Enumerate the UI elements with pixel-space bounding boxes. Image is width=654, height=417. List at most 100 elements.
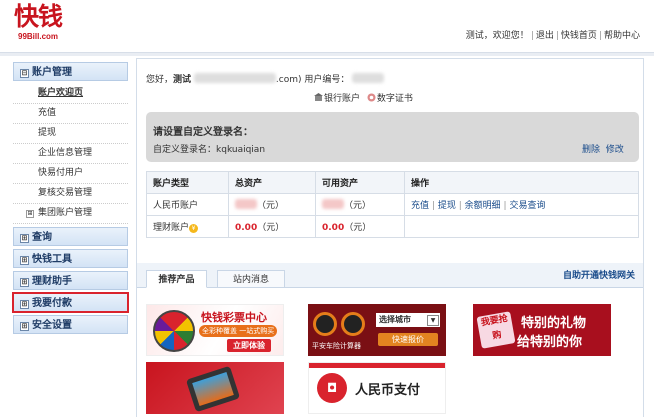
table-header-row: 账户类型 总资产 可用资产 操作 [146,171,639,194]
bank-account-link[interactable]: 银行账户 [314,93,361,104]
login-name-label: 自定义登录名： [153,145,217,155]
masked-email [193,73,276,83]
coin-icon: ¥ [189,224,199,233]
tab-messages[interactable]: 站内消息 [217,270,285,288]
city-select[interactable]: 选择城市 ▼ [376,313,440,327]
sidebar-item-welcome[interactable]: 账户欢迎页 [13,84,128,104]
certificate-label: 数字证书 [376,94,413,104]
operations: 充值 | 提现 | 余额明细 | 交易查询 [404,193,639,216]
tab-recommended[interactable]: 推荐产品 [146,270,207,288]
lottery-try-button[interactable]: 立即体验 [227,339,271,352]
op-recharge[interactable]: 充值 [411,201,429,211]
login-name-value: kqkuaiqian [216,145,266,155]
car-insurance-banner[interactable]: 平安车险计算器 选择城市 ▼ 快速报价 [308,304,446,356]
login-name-title: 请设置自定义登录名： [153,127,253,138]
account-links: 银行账户 数字证书 [314,91,413,104]
sidebar-section-finance[interactable]: ⊞ 理财助手 [13,271,128,290]
sidebar-section-label: 安全设置 [32,320,72,331]
logo-text: 快钱 [14,2,63,31]
account-type: 理财账户 ¥ [146,215,229,238]
login-name-line: 自定义登录名：kqkuaiqian [153,142,265,155]
gauge-icon [313,312,337,336]
column-header: 可用资产 [315,171,405,194]
sidebar-section-tools[interactable]: ⊞ 快钱工具 [13,249,128,268]
table-row: 人民币账户 （元） （元） 充值 | 提现 | 余额明细 | 交易查询 [146,193,639,216]
delete-link[interactable]: 删除 [582,145,600,155]
welcome-prefix: 您好， [146,75,174,85]
column-header: 总资产 [228,171,316,194]
logout-link[interactable]: 退出 [536,31,554,41]
mobile-pay-banner[interactable] [146,362,284,414]
sidebar-section-security[interactable]: ⊞ 安全设置 [13,315,128,334]
gift-line1: 特别的礼物 [521,316,587,331]
gift-banner[interactable]: 我要抢购 特别的礼物 给特别的你 [473,304,611,356]
rmb-pay-banner[interactable]: ◘ 人民币支付 [308,362,446,414]
banner-accent [309,363,445,368]
expand-icon: ⊞ [20,300,29,309]
masked-account-number [352,73,385,83]
user-name: 测试 [173,75,192,85]
amount: 0.00 [322,223,345,233]
column-header: 账户类型 [146,171,229,194]
account-type: 人民币账户 [146,193,229,216]
rmb-pay-label: 人民币支付 [355,383,421,398]
header-divider [0,52,654,56]
wallet-icon: ◘ [317,373,347,403]
sidebar-section-pay[interactable]: ⊞ 我要付款 [12,292,129,313]
expand-icon: ⊞ [20,322,29,331]
op-transaction-query[interactable]: 交易查询 [509,201,545,211]
op-balance-detail[interactable]: 余额明细 [465,201,501,211]
gauge-icon [341,312,365,336]
open-gateway-link[interactable]: 自助开通快钱网关 [563,268,635,281]
roulette-icon [153,310,195,352]
column-header: 操作 [404,171,639,194]
sidebar-section-label: 账户管理 [32,67,72,78]
car-insurance-caption: 平安车险计算器 [312,342,361,350]
unit: （元） [257,223,285,233]
sidebar-item-review[interactable]: 复核交易管理 [13,184,128,204]
sidebar-sublist: 账户欢迎页 充值 提现 企业信息管理 快易付用户 复核交易管理 ⊞ 集团账户管理 [13,84,128,224]
amount: 0.00 [235,223,258,233]
masked-amount [235,199,257,209]
bank-account-label: 银行账户 [324,94,361,104]
login-name-actions: 删除 修改 [582,142,624,155]
available-assets: 0.00（元） [315,215,405,238]
expand-icon: ⊞ [20,278,29,287]
sidebar-item-company-info[interactable]: 企业信息管理 [13,144,128,164]
sidebar-item-withdraw[interactable]: 提现 [13,124,128,144]
sidebar: ⊟ 账户管理 账户欢迎页 充值 提现 企业信息管理 快易付用户 复核交易管理 ⊞ 集… [12,62,129,337]
home-link[interactable]: 快钱首页 [561,31,597,41]
certificate-link[interactable]: 数字证书 [367,93,413,104]
sidebar-section-label: 查询 [32,232,52,243]
available-assets: （元） [315,193,405,216]
sidebar-item-label: 集团账户管理 [38,208,93,218]
quick-quote-button[interactable]: 快速报价 [378,333,438,346]
operations [404,215,639,238]
masked-amount [322,199,344,209]
total-assets: （元） [228,193,316,216]
sidebar-section-query[interactable]: ⊞ 查询 [13,227,128,246]
logo[interactable]: 快钱 99Bill.com [14,2,94,46]
op-withdraw[interactable]: 提现 [438,201,456,211]
accounts-table: 账户类型 总资产 可用资产 操作 人民币账户 （元） （元） 充值 | 提现 |… [146,171,639,238]
chevron-down-icon: ▼ [427,315,439,326]
bank-icon [314,93,323,102]
sidebar-item-group[interactable]: ⊞ 集团账户管理 [13,204,128,224]
unit: （元） [344,223,372,233]
lottery-tagline: 全彩种覆盖 一站式购买 [199,325,278,337]
logo-sub: 99Bill.com [18,32,59,41]
sidebar-item-kuaiyifu[interactable]: 快易付用户 [13,164,128,184]
gift-badge: 我要抢购 [476,311,516,349]
sidebar-item-recharge[interactable]: 充值 [13,104,128,124]
sidebar-section-label: 理财助手 [32,276,72,287]
total-assets: 0.00（元） [228,215,316,238]
edit-link[interactable]: 修改 [606,145,624,155]
collapse-icon: ⊟ [20,69,29,78]
unit: （元） [257,201,285,211]
account-type-label: 理财账户 [153,223,190,233]
gift-line2: 给特别的你 [517,335,583,350]
expand-icon: ⊞ [26,210,34,218]
sidebar-section-account[interactable]: ⊟ 账户管理 [13,62,128,81]
help-link[interactable]: 帮助中心 [604,31,640,41]
lottery-banner[interactable]: 快钱彩票中心 全彩种覆盖 一站式购买 立即体验 [146,304,284,356]
